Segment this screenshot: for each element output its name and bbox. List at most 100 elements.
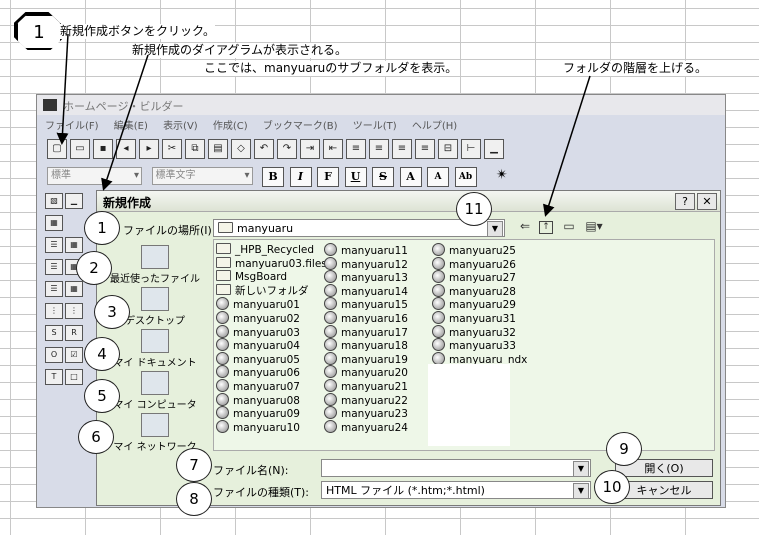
side-tool-icon[interactable]: ▦ bbox=[45, 215, 63, 231]
close-button[interactable]: ✕ bbox=[697, 193, 717, 210]
side-one-icon[interactable]: O bbox=[45, 347, 63, 363]
file-list-item[interactable]: manyuaru13 bbox=[324, 270, 408, 284]
file-list-item[interactable]: manyuaru09 bbox=[216, 406, 327, 420]
file-list-item[interactable]: manyuaru18 bbox=[324, 338, 408, 352]
file-list-item[interactable]: manyuaru33 bbox=[432, 338, 527, 352]
prev-page-icon[interactable]: ◂ bbox=[116, 139, 136, 159]
side-form-icon[interactable]: ⋮ bbox=[45, 303, 63, 319]
side-box-icon[interactable]: □ bbox=[65, 369, 83, 385]
file-list-item[interactable]: manyuaru22 bbox=[324, 392, 408, 407]
font-color-button[interactable]: Ab bbox=[454, 167, 477, 187]
file-list-item[interactable]: manyuaru26 bbox=[432, 256, 527, 271]
file-list-item[interactable]: manyuaru01 bbox=[216, 297, 327, 311]
chevron-down-icon[interactable]: ▼ bbox=[573, 461, 589, 477]
open-folder-icon[interactable]: ▭ bbox=[70, 139, 90, 159]
align-center-icon[interactable]: ≡ bbox=[392, 139, 412, 159]
font-smaller-button[interactable]: A bbox=[427, 167, 449, 187]
menu-bookmark[interactable]: ブックマーク(B) bbox=[263, 121, 338, 132]
save-icon[interactable]: ▪ bbox=[93, 139, 113, 159]
file-list-item[interactable]: manyuaru20 bbox=[324, 365, 408, 379]
indent-icon[interactable]: ⇥ bbox=[300, 139, 320, 159]
style-combo[interactable]: 標準 bbox=[47, 167, 142, 185]
menu-view[interactable]: 表示(V) bbox=[163, 121, 198, 132]
paste-icon[interactable]: ▤ bbox=[208, 139, 228, 159]
file-list-item[interactable]: manyuaru11 bbox=[324, 243, 408, 257]
new-folder-icon[interactable]: ▭ bbox=[561, 219, 577, 233]
underline-button[interactable]: U bbox=[344, 167, 367, 187]
side-bullets-icon[interactable]: ☰ bbox=[45, 281, 63, 297]
side-table-icon[interactable]: ▦ bbox=[65, 237, 83, 253]
side-chart-icon[interactable]: ▁ bbox=[65, 193, 83, 209]
file-list-item[interactable]: manyuaru25 bbox=[432, 243, 527, 257]
side-frame-icon[interactable]: ▦ bbox=[65, 281, 83, 297]
next-page-icon[interactable]: ▸ bbox=[139, 139, 159, 159]
file-list-item[interactable]: manyuaru08 bbox=[216, 392, 327, 407]
new-file-button[interactable]: ▢ bbox=[47, 139, 67, 159]
bold-button[interactable]: B bbox=[262, 167, 284, 187]
file-list-item[interactable]: manyuaru03 bbox=[216, 324, 327, 339]
font-larger-button[interactable]: A bbox=[399, 167, 422, 187]
place-my-network[interactable]: マイ ネットワーク bbox=[103, 413, 207, 453]
side-text-icon[interactable]: T bbox=[45, 369, 63, 385]
file-list-item[interactable]: manyuaru02 bbox=[216, 310, 327, 325]
file-list-item[interactable]: manyuaru12 bbox=[324, 256, 408, 271]
chevron-down-icon[interactable]: ▼ bbox=[487, 221, 503, 237]
side-image-icon[interactable]: ▧ bbox=[45, 193, 63, 209]
menu-tools[interactable]: ツール(T) bbox=[353, 121, 397, 132]
file-list-item[interactable]: manyuaru32 bbox=[432, 324, 527, 339]
italic-button[interactable]: I bbox=[289, 167, 312, 187]
underline-icon[interactable]: ▁ bbox=[484, 139, 504, 159]
file-list-item[interactable]: manyuaru27 bbox=[432, 270, 527, 284]
file-list-item[interactable]: _HPB_Recycled bbox=[216, 243, 327, 257]
file-list-item[interactable]: manyuaru03.files bbox=[216, 256, 327, 271]
file-list-item[interactable]: manyuaru21 bbox=[324, 378, 408, 393]
link-icon[interactable]: ⊢ bbox=[461, 139, 481, 159]
file-list-item[interactable]: manyuaru31 bbox=[432, 310, 527, 325]
file-list-item[interactable]: manyuaru23 bbox=[324, 406, 408, 420]
file-list-item[interactable]: 新しいフォルダ bbox=[216, 283, 327, 298]
undo-icon[interactable]: ↶ bbox=[254, 139, 274, 159]
file-list-item[interactable]: manyuaru19 bbox=[324, 351, 408, 366]
file-list-item[interactable]: manyuaru16 bbox=[324, 310, 408, 325]
strikethrough-button[interactable]: S bbox=[372, 167, 394, 187]
file-list-item[interactable]: manyuaru15 bbox=[324, 297, 408, 311]
menu-file[interactable]: ファイル(F) bbox=[45, 121, 99, 132]
cut-icon[interactable]: ✂ bbox=[162, 139, 182, 159]
menu-create[interactable]: 作成(C) bbox=[213, 121, 248, 132]
file-list-item[interactable]: manyuaru10 bbox=[216, 419, 327, 434]
align-left-icon[interactable]: ≡ bbox=[369, 139, 389, 159]
file-list-item[interactable]: manyuaru07 bbox=[216, 378, 327, 393]
table-icon[interactable]: ⊟ bbox=[438, 139, 458, 159]
eraser-icon[interactable]: ◇ bbox=[231, 139, 251, 159]
back-icon[interactable]: ⇐ bbox=[517, 219, 533, 233]
help-button[interactable]: ? bbox=[675, 193, 695, 210]
side-reset-icon[interactable]: R bbox=[65, 325, 83, 341]
chevron-down-icon[interactable]: ▼ bbox=[573, 483, 589, 499]
font-button[interactable]: F bbox=[317, 167, 339, 187]
place-recent[interactable]: 最近使ったファイル bbox=[103, 245, 207, 285]
menu-help[interactable]: ヘルプ(H) bbox=[412, 121, 457, 132]
file-list-item[interactable]: manyuaru17 bbox=[324, 324, 408, 339]
outdent-icon[interactable]: ⇤ bbox=[323, 139, 343, 159]
copy-icon[interactable]: ⧉ bbox=[185, 139, 205, 159]
file-list-item[interactable]: MsgBoard bbox=[216, 270, 327, 284]
side-numbered-list-icon[interactable]: ☰ bbox=[45, 259, 63, 275]
align-right-icon[interactable]: ≡ bbox=[415, 139, 435, 159]
filename-input[interactable]: ▼ bbox=[321, 459, 591, 477]
file-list-item[interactable]: manyuaru14 bbox=[324, 283, 408, 298]
side-form2-icon[interactable]: ⋮ bbox=[65, 303, 83, 319]
filetype-select[interactable]: HTML ファイル (*.htm;*.html) ▼ bbox=[321, 481, 591, 499]
file-list-item[interactable]: manyuaru28 bbox=[432, 283, 527, 298]
up-folder-icon[interactable]: ↑ bbox=[539, 221, 553, 234]
file-list[interactable]: _HPB_Recycled manyuaru03.files MsgBoard 新しい… bbox=[213, 239, 715, 451]
file-list-item[interactable]: manyuaru05 bbox=[216, 351, 327, 366]
menu-edit[interactable]: 編集(E) bbox=[114, 121, 148, 132]
side-sub-icon[interactable]: S bbox=[45, 325, 63, 341]
file-list-item[interactable]: manyuaru24 bbox=[324, 419, 408, 434]
redo-icon[interactable]: ↷ bbox=[277, 139, 297, 159]
view-menu-icon[interactable]: ▤▾ bbox=[583, 219, 605, 233]
file-list-item[interactable]: manyuaru06 bbox=[216, 365, 327, 379]
side-checkbox-icon[interactable]: ☑ bbox=[65, 347, 83, 363]
list-icon[interactable]: ≡ bbox=[346, 139, 366, 159]
file-list-item[interactable]: manyuaru29 bbox=[432, 297, 527, 311]
